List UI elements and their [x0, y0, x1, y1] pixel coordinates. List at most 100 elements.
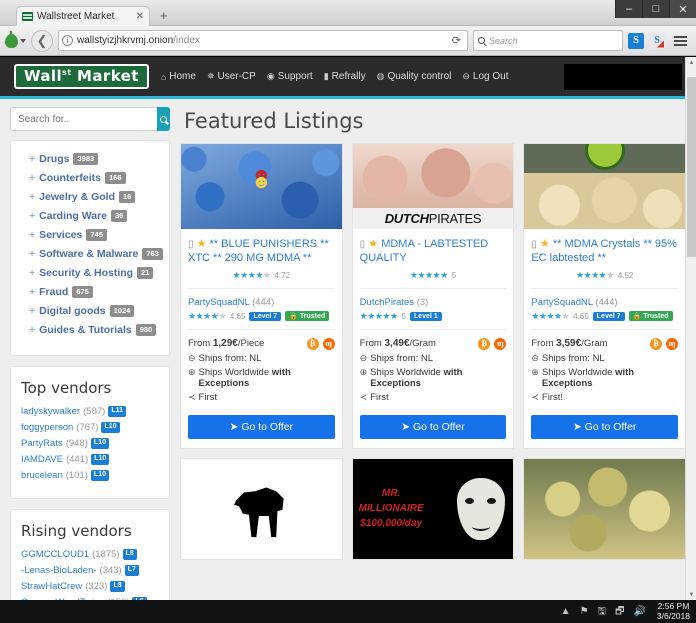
tab-close-icon[interactable]: ✕: [136, 11, 144, 22]
new-tab-button[interactable]: +: [160, 9, 168, 22]
extension-icon-2[interactable]: S: [649, 32, 665, 49]
vendor-row[interactable]: IAMDAVE (441) L10: [21, 454, 159, 465]
vendor-link[interactable]: DutchPirates (3): [360, 297, 507, 308]
expand-plus-icon[interactable]: +: [29, 191, 35, 203]
vendor-level-badge: L10: [91, 454, 110, 465]
browser-search-box[interactable]: Search: [473, 30, 623, 51]
go-to-offer-button[interactable]: ➤ Go to Offer: [531, 414, 679, 439]
vendor-name[interactable]: GGMCCLOUD1: [21, 549, 89, 560]
listing-title[interactable]: ▯ ★ MDMA - LABTESTED QUALITY: [353, 229, 514, 266]
tray-flag-icon[interactable]: ⚑: [580, 606, 589, 617]
listing-card[interactable]: [523, 457, 687, 560]
listing-title[interactable]: ▯ ★ ** BLUE PUNISHERS ** XTC ** 290 MG M…: [181, 229, 342, 266]
vendor-row[interactable]: StrawHatCrew (323) L8: [21, 581, 159, 592]
nav-log-out[interactable]: ⊖ Log Out: [462, 71, 508, 82]
expand-plus-icon[interactable]: +: [29, 210, 35, 222]
address-bar[interactable]: i wallstyizjhkrvmj.onion/index ⟳: [58, 30, 468, 51]
vendor-name[interactable]: -Lenas-BioLaden-: [21, 565, 97, 576]
listing-image[interactable]: [181, 144, 342, 229]
ships-worldwide-line: ⊕ Ships Worldwide with Exceptions: [360, 367, 507, 389]
expand-plus-icon[interactable]: +: [29, 305, 35, 317]
page-viewport: Wallst Market ⌂ Home ✵ User-CP ◉ Support…: [0, 57, 696, 600]
back-button[interactable]: ❮: [31, 29, 53, 52]
sidebar-category-drugs[interactable]: + Drugs 3983: [29, 153, 159, 165]
maximize-button[interactable]: □: [642, 0, 669, 18]
menu-hamburger-icon[interactable]: [670, 35, 691, 46]
scroll-down-arrow-icon[interactable]: ▼: [686, 589, 696, 600]
close-button[interactable]: ✕: [669, 0, 696, 18]
listing-image-mr-millionaire[interactable]: MR. MILLIONAIRE $100,000/day: [352, 458, 514, 559]
expand-plus-icon[interactable]: +: [29, 286, 35, 298]
nav-refrally[interactable]: ▮ Refrally: [324, 71, 366, 82]
bitcoin-icon: ₿: [650, 337, 663, 350]
reload-icon[interactable]: ⟳: [449, 34, 464, 47]
sidebar-category-software-malware[interactable]: + Software & Malware 763: [29, 248, 163, 260]
go-to-offer-button[interactable]: ➤ Go to Offer: [188, 414, 335, 439]
nav-support[interactable]: ◉ Support: [267, 71, 313, 82]
vendor-name[interactable]: foggyperson: [21, 422, 73, 433]
tray-volume-icon[interactable]: 🔊: [633, 606, 645, 617]
category-label: Carding Ware: [39, 210, 108, 222]
product-photo-icon: [524, 144, 686, 229]
page-scrollbar[interactable]: ▲ ▼: [685, 57, 696, 600]
vendor-name[interactable]: IAMDAVE: [21, 454, 63, 465]
vendor-row[interactable]: foggyperson (767) L10: [21, 422, 159, 433]
tor-onion-icon[interactable]: [5, 30, 26, 48]
listing-card[interactable]: ▯ ★ ** MDMA Crystals ** 95% EC labtested…: [523, 143, 687, 449]
listing-image-mule[interactable]: [181, 458, 342, 559]
expand-plus-icon[interactable]: +: [29, 248, 35, 260]
listing-card[interactable]: DUTCH PIRATES ▯ ★ MDMA - LABTESTED QUALIT…: [351, 143, 515, 449]
vendor-link[interactable]: PartySquadNL (444): [188, 297, 335, 308]
tray-expand-icon[interactable]: ▲: [561, 606, 571, 617]
vendor-name[interactable]: ladyskywalker: [21, 406, 80, 417]
listing-title[interactable]: ▯ ★ ** MDMA Crystals ** 95% EC labtested…: [524, 229, 685, 266]
listing-image-bud[interactable]: [524, 458, 686, 559]
scroll-up-arrow-icon[interactable]: ▲: [686, 57, 696, 68]
listings-grid-row2: MR. MILLIONAIRE $100,000/day: [180, 457, 687, 560]
sidebar-category-fraud[interactable]: + Fraud 675: [29, 286, 159, 298]
sidebar-category-digital-goods[interactable]: + Digital goods 1024: [29, 305, 159, 317]
sidebar-category-security-hosting[interactable]: + Security & Hosting 21: [29, 267, 159, 279]
vendor-name[interactable]: PartyRats: [21, 438, 63, 449]
sidebar-category-counterfeits[interactable]: + Counterfeits 166: [29, 172, 159, 184]
vendor-link[interactable]: PartySquadNL (444): [531, 297, 678, 308]
nav-home[interactable]: ⌂ Home: [161, 71, 196, 82]
listing-image[interactable]: [524, 144, 686, 229]
minimize-button[interactable]: –: [615, 0, 642, 18]
vendor-name[interactable]: StrawHatCrew: [21, 581, 82, 592]
listing-image[interactable]: DUTCH PIRATES: [352, 144, 514, 229]
vendor-row[interactable]: PartyRats (948) L10: [21, 438, 159, 449]
info-icon[interactable]: i: [62, 35, 73, 46]
tray-window-icon[interactable]: 🗗: [615, 606, 624, 617]
search-input[interactable]: [10, 107, 157, 131]
listing-card[interactable]: ▯ ★ ** BLUE PUNISHERS ** XTC ** 290 MG M…: [180, 143, 343, 449]
sidebar-search[interactable]: [10, 107, 170, 131]
category-count-badge: 745: [86, 229, 107, 241]
expand-plus-icon[interactable]: +: [29, 324, 35, 336]
vendor-row[interactable]: brucelean (101) L10: [21, 470, 159, 481]
sidebar-category-jewelry-gold[interactable]: + Jewelry & Gold 16: [29, 191, 159, 203]
go-to-offer-button[interactable]: ➤ Go to Offer: [359, 414, 507, 439]
expand-plus-icon[interactable]: +: [29, 229, 35, 241]
nav-user-cp[interactable]: ✵ User-CP: [207, 71, 256, 82]
sidebar-category-guides-tutorials[interactable]: + Guides & Tutorials 980: [29, 324, 159, 336]
taskbar-clock[interactable]: 2:56 PM 3/6/2018: [657, 601, 690, 622]
browser-tab[interactable]: Wallstreet Market ✕: [16, 6, 150, 26]
sidebar-category-carding-ware[interactable]: + Carding Ware 36: [29, 210, 159, 222]
expand-plus-icon[interactable]: +: [29, 267, 35, 279]
scrollbar-thumb[interactable]: [687, 77, 696, 257]
expand-plus-icon[interactable]: +: [29, 153, 35, 165]
sidebar-category-services[interactable]: + Services 745: [29, 229, 159, 241]
vendor-row[interactable]: ladyskywalker (587) L11: [21, 406, 159, 417]
extension-icon-1[interactable]: S: [628, 32, 644, 49]
vendor-row[interactable]: GGMCCLOUD1 (1875) L8: [21, 549, 159, 560]
expand-plus-icon[interactable]: +: [29, 172, 35, 184]
vendor-row[interactable]: -Lenas-BioLaden- (343) L7: [21, 565, 159, 576]
listing-card[interactable]: MR. MILLIONAIRE $100,000/day: [351, 457, 515, 560]
tray-disk-icon[interactable]: 🖫: [598, 606, 607, 617]
listing-card[interactable]: [180, 457, 343, 560]
search-button[interactable]: [157, 107, 170, 131]
site-logo[interactable]: Wallst Market: [14, 64, 149, 89]
nav-quality-control[interactable]: ◍ Quality control: [377, 71, 452, 82]
vendor-name[interactable]: brucelean: [21, 470, 63, 481]
